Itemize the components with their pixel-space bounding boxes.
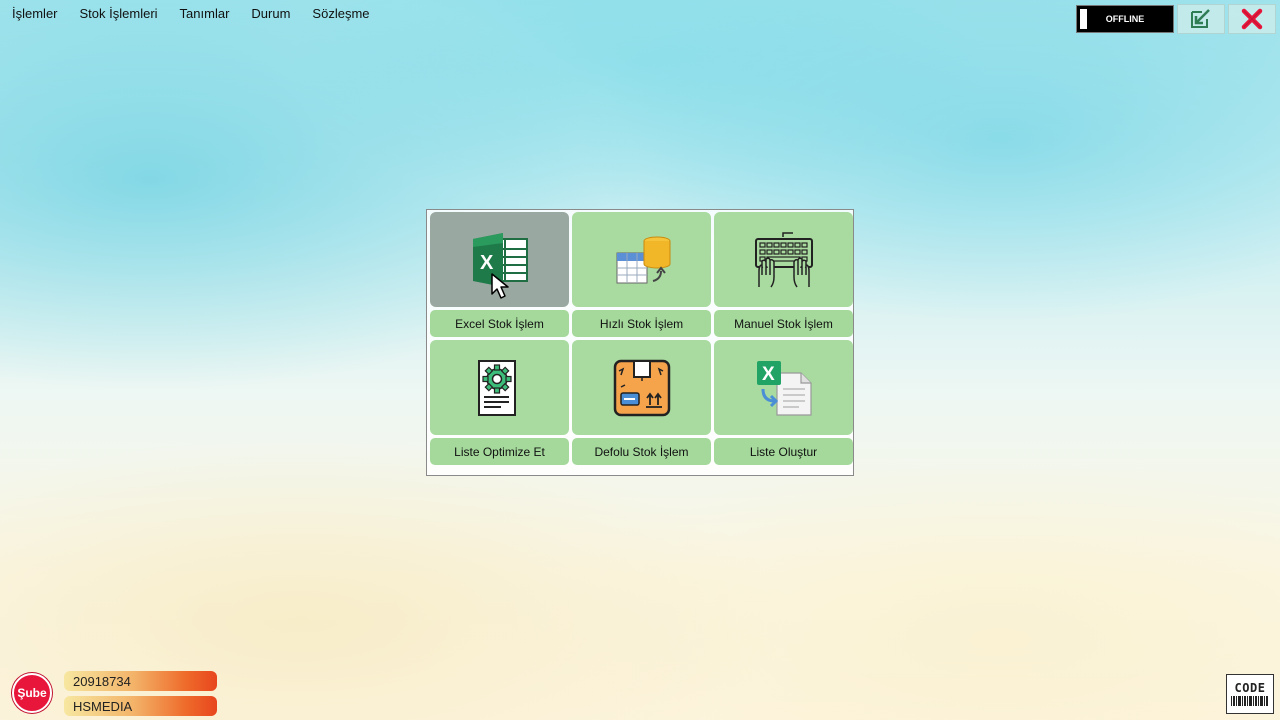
close-button[interactable] [1228,4,1276,34]
minimize-button[interactable] [1177,4,1225,34]
branch-code-value: 20918734 [73,673,131,689]
tile-icon-box[interactable]: X [714,340,853,435]
svg-text:X: X [762,364,775,385]
stock-operations-panel: X Excel Stok İşlem Hızlı Stok İşlem Manu… [426,209,854,476]
document-gear-icon [477,359,516,416]
tile-excel-stok-islem[interactable]: X Excel Stok İşlem [430,212,569,337]
tile-hizli-stok-islem[interactable]: Hızlı Stok İşlem [572,212,711,337]
tile-icon-box[interactable] [572,340,711,435]
status-label: OFFLINE [1105,14,1145,24]
code-logo-text: CODE [1234,681,1266,695]
menu-item-tanimlar[interactable]: Tanımlar [180,6,230,21]
branch-code: 20918734 [64,671,217,691]
mouse-cursor-icon [491,273,509,299]
keyboard-hands-icon [754,231,813,287]
operations-grid: X Excel Stok İşlem Hızlı Stok İşlem Manu… [430,212,853,465]
tile-manuel-stok-islem[interactable]: Manuel Stok İşlem [714,212,853,337]
menu-item-stok-islemleri[interactable]: Stok İşlemleri [80,6,158,21]
damaged-box-icon [613,359,670,416]
connection-status: OFFLINE [1076,5,1174,33]
svg-text:X: X [480,252,494,274]
tile-label[interactable]: Manuel Stok İşlem [714,310,853,337]
menu-item-sozlesme[interactable]: Sözleşme [312,6,369,21]
menu-bar: İşlemler Stok İşlemleri Tanımlar Durum S… [12,6,370,21]
tile-liste-olustur[interactable]: X Liste Oluştur [714,340,853,465]
barcode-icon [1231,696,1268,706]
branch-badge[interactable]: Şube [12,673,52,713]
code-logo: CODE [1226,674,1274,714]
excel-export-icon: X [756,360,812,416]
menu-item-islemler[interactable]: İşlemler [12,6,58,21]
database-table-icon [616,236,670,283]
tile-icon-box[interactable] [714,212,853,307]
status-indicator [1080,9,1087,29]
tile-label[interactable]: Hızlı Stok İşlem [572,310,711,337]
tile-icon-box[interactable]: X [430,212,569,307]
tile-label[interactable]: Excel Stok İşlem [430,310,569,337]
tile-defolu-stok-islem[interactable]: Defolu Stok İşlem [572,340,711,465]
tile-label[interactable]: Liste Optimize Et [430,438,569,465]
tile-label[interactable]: Liste Oluştur [714,438,853,465]
window-controls: OFFLINE [1076,4,1276,34]
close-icon [1241,8,1263,30]
arrow-down-left-icon [1191,9,1210,28]
menu-item-durum[interactable]: Durum [251,6,290,21]
tile-icon-box[interactable] [572,212,711,307]
branch-badge-label: Şube [17,686,47,700]
branch-name: HSMEDIA [64,696,217,716]
tile-liste-optimize-et[interactable]: Liste Optimize Et [430,340,569,465]
tile-icon-box[interactable] [430,340,569,435]
tile-label[interactable]: Defolu Stok İşlem [572,438,711,465]
branch-name-value: HSMEDIA [73,698,133,714]
